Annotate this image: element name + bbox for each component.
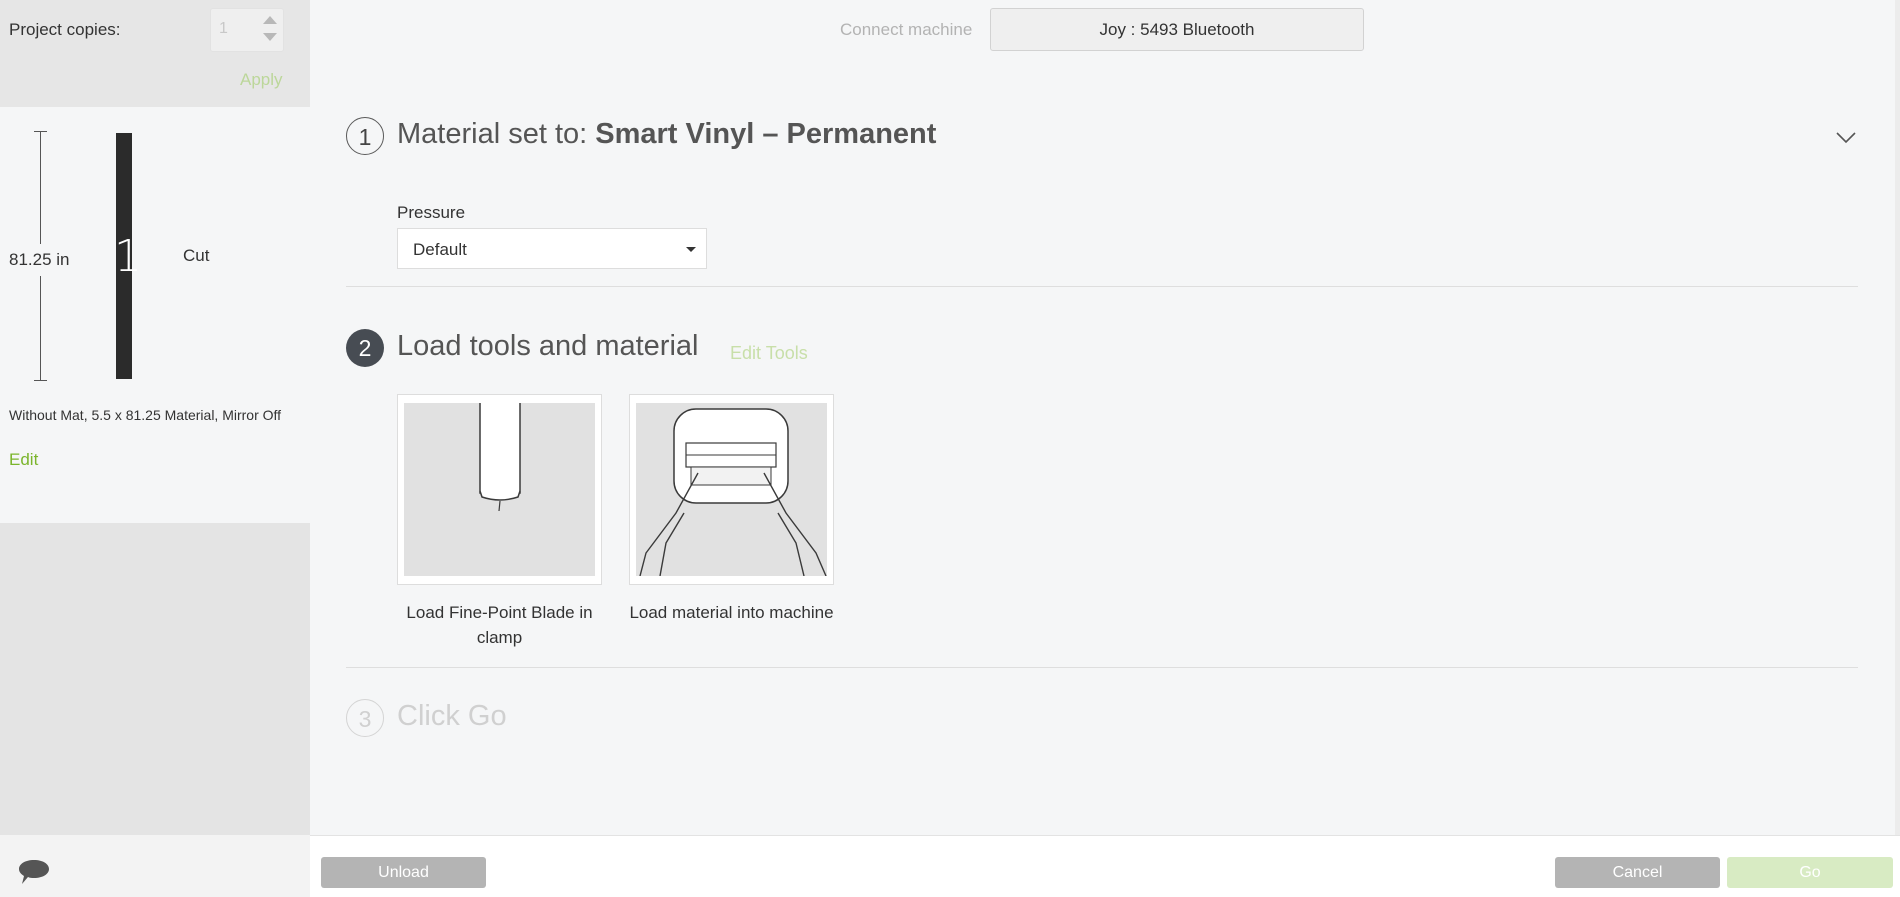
caret-down-icon — [686, 247, 696, 252]
main-panel: Connect machine Joy : 5493 Bluetooth 1 M… — [310, 0, 1900, 835]
blade-clamp-icon — [479, 403, 521, 512]
material-set-label: Material set to: — [397, 118, 596, 150]
dimension-cap-top — [34, 131, 47, 132]
fine-point-blade-illustration — [404, 403, 595, 576]
project-copies-stepper[interactable]: 1 — [210, 8, 284, 52]
mat-number: 1 — [114, 231, 142, 282]
chevron-down-icon[interactable] — [1836, 132, 1856, 144]
increment-arrow-icon[interactable] — [263, 16, 277, 24]
bottom-action-bar: Unload Cancel Go — [310, 835, 1900, 897]
project-copies-label: Project copies: — [9, 20, 121, 39]
load-material-card — [629, 394, 834, 585]
pressure-dropdown[interactable]: Default — [397, 228, 707, 269]
step-2-title: Load tools and material — [397, 330, 699, 362]
edit-mat-link[interactable]: Edit — [9, 450, 38, 470]
selected-material: Smart Vinyl – Permanent — [595, 118, 937, 150]
sidebar: Project copies: 1 Apply 81.25 in 1 Cut W… — [0, 0, 310, 897]
connect-machine-label: Connect machine — [840, 20, 973, 39]
apply-button[interactable]: Apply — [240, 70, 283, 90]
load-material-label: Load material into machine — [629, 603, 834, 622]
load-blade-card — [397, 394, 602, 585]
step-1-title: Material set to: Smart Vinyl – Permanent — [397, 118, 936, 151]
chat-bubble-icon[interactable] — [17, 857, 51, 887]
unload-button[interactable]: Unload — [321, 857, 486, 888]
go-button[interactable]: Go — [1727, 857, 1893, 888]
project-copies-panel: Project copies: 1 Apply — [0, 0, 310, 107]
material-length: 81.25 in — [0, 244, 89, 276]
mat-mode-label: Cut — [183, 246, 210, 265]
edit-tools-link[interactable]: Edit Tools — [730, 343, 808, 364]
project-copies-value[interactable]: 1 — [219, 20, 228, 38]
step-1-number: 1 — [346, 117, 384, 155]
machine-loading-icon — [639, 408, 827, 576]
pressure-value: Default — [413, 240, 467, 259]
step-3-number: 3 — [346, 699, 384, 737]
pressure-label: Pressure — [397, 203, 466, 222]
scrollbar[interactable] — [1895, 0, 1900, 835]
mat-settings-summary: Without Mat, 5.5 x 81.25 Material, Mirro… — [9, 407, 282, 423]
divider — [346, 286, 1858, 287]
step-2-number: 2 — [346, 329, 384, 367]
dimension-cap-bottom — [34, 380, 47, 381]
mat-preview-panel: 81.25 in 1 Cut Without Mat, 5.5 x 81.25 … — [0, 107, 310, 523]
load-material-illustration — [636, 403, 827, 576]
cancel-button[interactable]: Cancel — [1555, 857, 1720, 888]
connect-machine-button[interactable]: Joy : 5493 Bluetooth — [990, 8, 1364, 51]
sidebar-footer — [0, 835, 310, 897]
divider — [346, 667, 1858, 668]
decrement-arrow-icon[interactable] — [263, 33, 277, 41]
load-blade-label: Load Fine-Point Blade in clamp — [406, 603, 593, 647]
step-3-title: Click Go — [397, 700, 507, 732]
